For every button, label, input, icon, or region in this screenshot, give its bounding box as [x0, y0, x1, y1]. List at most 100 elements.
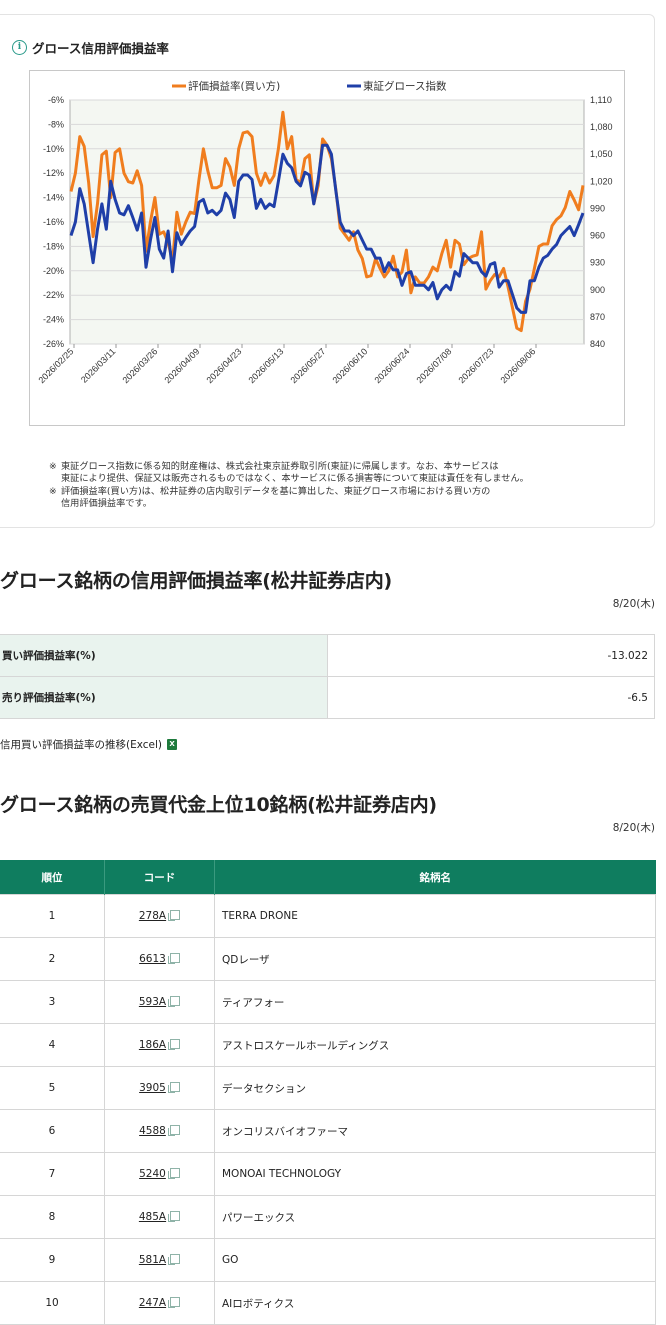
copy-icon[interactable] [167, 1168, 180, 1179]
note-line: 東証グロース指数に係る知的財産権は、株式会社東京証券取引所(東証)に帰属します。… [61, 461, 499, 472]
legend-label[interactable]: 東証グロース指数 [363, 80, 447, 93]
rank-cell: 9 [0, 1238, 105, 1282]
margin-rate-date: 8/20(木) [612, 598, 655, 610]
legend-label[interactable]: 評価損益率(買い方) [188, 80, 280, 93]
table-row: 8 485A パワーエックス [0, 1195, 656, 1239]
y-right-tick-label: 1,080 [590, 122, 613, 132]
rank-cell: 6 [0, 1109, 105, 1153]
note-line: 評価損益率(買い方)は、松井証券の店内取引データを基に算出した、東証グロース市場… [61, 485, 491, 497]
note-text: 評価損益率(買い方)は、松井証券の店内取引データを基に算出した、東証グロース市場… [61, 486, 490, 511]
y-left-tick-label: -20% [43, 266, 64, 276]
y-left-tick-label: -24% [43, 315, 64, 325]
note-line: 東証により提供、保証又は販売されるものではなく、本サービスに係る損害等について東… [61, 473, 529, 485]
y-right-tick-label: 840 [590, 339, 605, 349]
code-cell: 186A [104, 1023, 215, 1067]
y-left-tick-label: -22% [43, 290, 64, 300]
code-cell: 278A [104, 894, 215, 938]
stock-code-link[interactable]: 581A [139, 1254, 166, 1266]
y-right-tick-label: 930 [590, 258, 605, 268]
rank-cell: 1 [0, 894, 105, 938]
stock-code-link[interactable]: 593A [139, 996, 166, 1008]
copy-icon[interactable] [167, 1082, 180, 1093]
stock-name-cell: アストロスケールホールディングス [214, 1023, 656, 1067]
code-cell: 247A [104, 1281, 215, 1325]
copy-icon[interactable] [168, 910, 181, 921]
margin-rate-title: グロース銘柄の信用評価損益率(松井証券店内) [0, 570, 393, 592]
name-header: 銘柄名 [214, 860, 656, 895]
y-left-tick-label: -12% [43, 168, 64, 178]
chart-notes: ※ 東証グロース指数に係る知的財産権は、株式会社東京証券取引所(東証)に帰属します… [49, 461, 649, 511]
top10-date: 8/20(木) [612, 822, 655, 834]
stock-name-cell: オンコリスバイオファーマ [214, 1109, 656, 1153]
rank-cell: 2 [0, 937, 105, 981]
copy-icon[interactable] [168, 1254, 181, 1265]
copy-icon[interactable] [168, 996, 181, 1007]
note-mark: ※ [49, 485, 57, 497]
copy-icon[interactable] [167, 1125, 180, 1136]
code-cell: 581A [104, 1238, 215, 1282]
chart-note: ※ 評価損益率(買い方)は、松井証券の店内取引データを基に算出した、東証グロース市… [49, 486, 649, 511]
table-row: 6 4588 オンコリスバイオファーマ [0, 1109, 656, 1153]
stock-name-cell: TERRA DRONE [214, 894, 656, 938]
chart-section-title: グロース信用評価損益率 [32, 40, 169, 56]
stock-name-cell: データセクション [214, 1066, 656, 1110]
stock-code-link[interactable]: 278A [139, 910, 166, 922]
copy-icon[interactable] [168, 1297, 181, 1308]
code-cell: 6613 [104, 937, 215, 981]
info-icon[interactable]: i [12, 39, 27, 55]
y-right-tick-label: 1,050 [590, 149, 613, 159]
stock-code-link[interactable]: 4588 [139, 1125, 166, 1137]
margin-rate-table: 買い評価損益率(%) -13.022 売り評価損益率(%) -6.5 [0, 634, 655, 719]
code-cell: 3905 [104, 1066, 215, 1110]
stock-name-cell: QDレーザ [214, 937, 656, 981]
buy-rate-label: 買い評価損益率(%) [0, 634, 328, 677]
rank-cell: 5 [0, 1066, 105, 1110]
table-row: 4 186A アストロスケールホールディングス [0, 1023, 656, 1067]
stock-code-link[interactable]: 3905 [139, 1082, 166, 1094]
growth-margin-chart: -6% -8% -10% -12% -14% -16% -18% -20% -22% -24% -2… [29, 70, 625, 426]
y-left-tick-label: -10% [43, 144, 64, 154]
stock-code-link[interactable]: 186A [139, 1039, 166, 1051]
code-cell: 4588 [104, 1109, 215, 1153]
y-left-tick-label: -18% [43, 241, 64, 251]
y-left-tick-label: -8% [48, 119, 64, 129]
stock-name-cell: AIロボティクス [214, 1281, 656, 1325]
copy-icon[interactable] [168, 1039, 181, 1050]
table-row: 5 3905 データセクション [0, 1066, 656, 1110]
table-row: 買い評価損益率(%) -13.022 [0, 634, 655, 677]
y-left-tick-label: -6% [48, 95, 64, 105]
y-right-tick-label: 960 [590, 231, 605, 241]
excel-icon[interactable]: X [167, 739, 178, 750]
y-left-tick-label: -26% [43, 339, 64, 349]
top10-title: グロース銘柄の売買代金上位10銘柄(松井証券店内) [0, 794, 437, 816]
stock-name-cell: GO [214, 1238, 656, 1282]
top10-table: 順位 コード 銘柄名 1 278A TERRA DRONE 2 6613 QDレーザ 3 59… [0, 860, 656, 1325]
rank-header: 順位 [0, 860, 105, 895]
code-cell: 593A [104, 980, 215, 1024]
table-row: 3 593A ティアフォー [0, 980, 656, 1024]
y-right-tick-label: 870 [590, 312, 605, 322]
stock-code-link[interactable]: 6613 [139, 953, 166, 965]
rank-cell: 3 [0, 980, 105, 1024]
copy-icon[interactable] [167, 953, 180, 964]
y-right-tick-label: 900 [590, 285, 605, 295]
table-row: 売り評価損益率(%) -6.5 [0, 676, 655, 719]
excel-link-text[interactable]: 信用買い評価損益率の推移(Excel) [0, 737, 162, 752]
rank-cell: 4 [0, 1023, 105, 1067]
stock-name-cell: MONOAI TECHNOLOGY [214, 1152, 656, 1196]
y-left-tick-label: -14% [43, 193, 64, 203]
copy-icon[interactable] [168, 1211, 181, 1222]
table-row: 10 247A AIロボティクス [0, 1281, 656, 1325]
stock-code-link[interactable]: 485A [139, 1211, 166, 1223]
stock-code-link[interactable]: 5240 [139, 1168, 166, 1180]
table-row: 2 6613 QDレーザ [0, 937, 656, 981]
excel-download-link[interactable]: 信用買い評価損益率の推移(Excel) X [0, 737, 178, 752]
chart-note: ※ 東証グロース指数に係る知的財産権は、株式会社東京証券取引所(東証)に帰属します… [49, 461, 649, 486]
chart-section-header: i グロース信用評価損益率 [12, 39, 169, 56]
code-cell: 5240 [104, 1152, 215, 1196]
sell-rate-value: -6.5 [327, 676, 655, 719]
table-row: 7 5240 MONOAI TECHNOLOGY [0, 1152, 656, 1196]
code-header: コード [104, 860, 215, 895]
note-mark: ※ [49, 461, 57, 472]
stock-code-link[interactable]: 247A [139, 1297, 166, 1309]
